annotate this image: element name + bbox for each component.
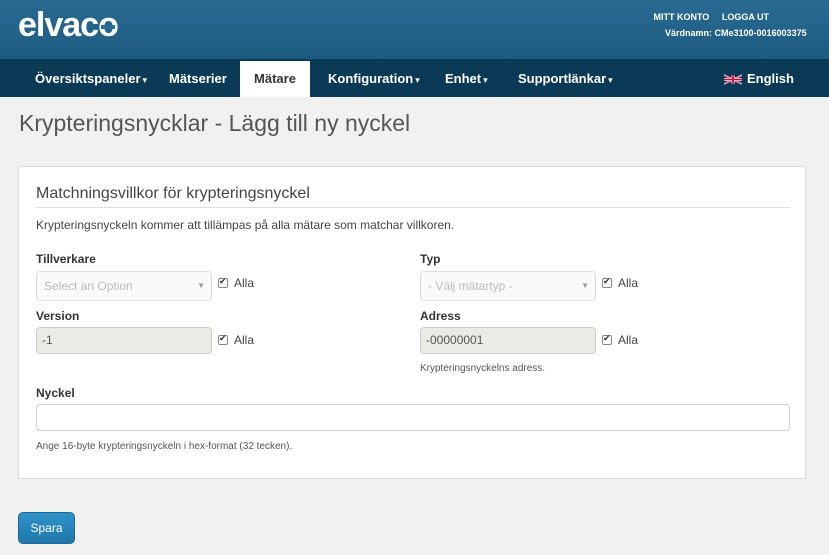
address-all-label: Alla [618,333,639,347]
account-links: MITT KONTO LOGGA UT [643,12,769,22]
address-help-text: Krypteringsnyckelns adress. [420,363,546,374]
nav-label: Mätserier [169,71,227,86]
address-input[interactable]: -00000001 [420,327,596,354]
language-selector[interactable]: English [724,61,794,97]
nav-item-matare[interactable]: Mätare [240,61,310,97]
manufacturer-placeholder: Select an Option [44,279,133,293]
nav-item-konfiguration[interactable]: Konfiguration ▾ [328,61,420,97]
chevron-down-icon: ▾ [415,75,420,85]
intro-text: Krypteringsnyckeln kommer att tillämpas … [36,218,455,232]
nav-label: Supportlänkar [518,71,607,86]
my-account-link[interactable]: MITT KONTO [653,12,709,22]
logout-link[interactable]: LOGGA UT [722,12,769,22]
address-all-checkbox[interactable] [602,333,612,345]
manufacturer-all-label: Alla [234,276,255,290]
hostname-text: Värdnamn: CMe3100-0016003375 [665,28,807,38]
address-label: Adress [420,309,461,323]
nav-item-oversiktspaneler[interactable]: Översiktspaneler ▾ [35,61,147,97]
save-button[interactable]: Spara [18,512,75,544]
nav-item-enhet[interactable]: Enhet ▾ [445,61,488,97]
type-all-label: Alla [618,276,639,290]
logo-text-end: o [98,6,119,44]
language-label: English [747,71,794,86]
version-label: Version [36,309,80,323]
nav-label: Enhet [445,71,482,86]
version-all-checkbox[interactable] [218,333,228,345]
form-panel: Matchningsvillkor för krypteringsnyckel … [18,166,806,479]
key-help-text: Ange 16-byte krypteringsnyckeln i hex-fo… [36,441,293,452]
type-label: Typ [420,252,441,266]
version-input[interactable]: -1 [36,327,212,354]
uk-flag-icon [724,74,742,85]
nav-item-matserier[interactable]: Mätserier [169,61,227,97]
meter-type-select[interactable]: - Välj mätartyp - ▼ [420,271,596,301]
nav-label: Mätare [254,71,296,86]
chevron-down-icon: ▼ [581,281,589,290]
page-title: Krypteringsnycklar - Lägg till ny nyckel [19,110,411,136]
manufacturer-select[interactable]: Select an Option ▼ [36,271,212,301]
version-all-label: Alla [234,333,255,347]
elvaco-logo[interactable]: elvaco [18,6,119,44]
section-title: Matchningsvillkor för krypteringsnyckel [36,185,310,202]
divider [36,207,790,208]
key-input[interactable] [36,404,790,431]
nav-item-supportlankar[interactable]: Supportlänkar ▾ [518,61,613,97]
nav-label: Konfiguration [328,71,414,86]
type-all-checkbox[interactable] [602,276,612,288]
manufacturer-all-checkbox[interactable] [218,276,228,288]
top-header: elvaco MITT KONTO LOGGA UT Värdnamn: CMe… [0,0,829,59]
manufacturer-label: Tillverkare [36,252,96,266]
chevron-down-icon: ▼ [197,281,205,290]
chevron-down-icon: ▾ [483,75,488,85]
meter-type-placeholder: - Välj mätartyp - [428,279,513,293]
chevron-down-icon: ▾ [142,75,148,85]
key-label: Nyckel [36,386,75,400]
logo-text: elvac [18,6,99,44]
chevron-down-icon: ▾ [608,75,613,85]
main-nav: Översiktspaneler ▾ Mätserier Mätare Konfi… [0,59,829,97]
nav-label: Översiktspaneler [35,71,141,86]
